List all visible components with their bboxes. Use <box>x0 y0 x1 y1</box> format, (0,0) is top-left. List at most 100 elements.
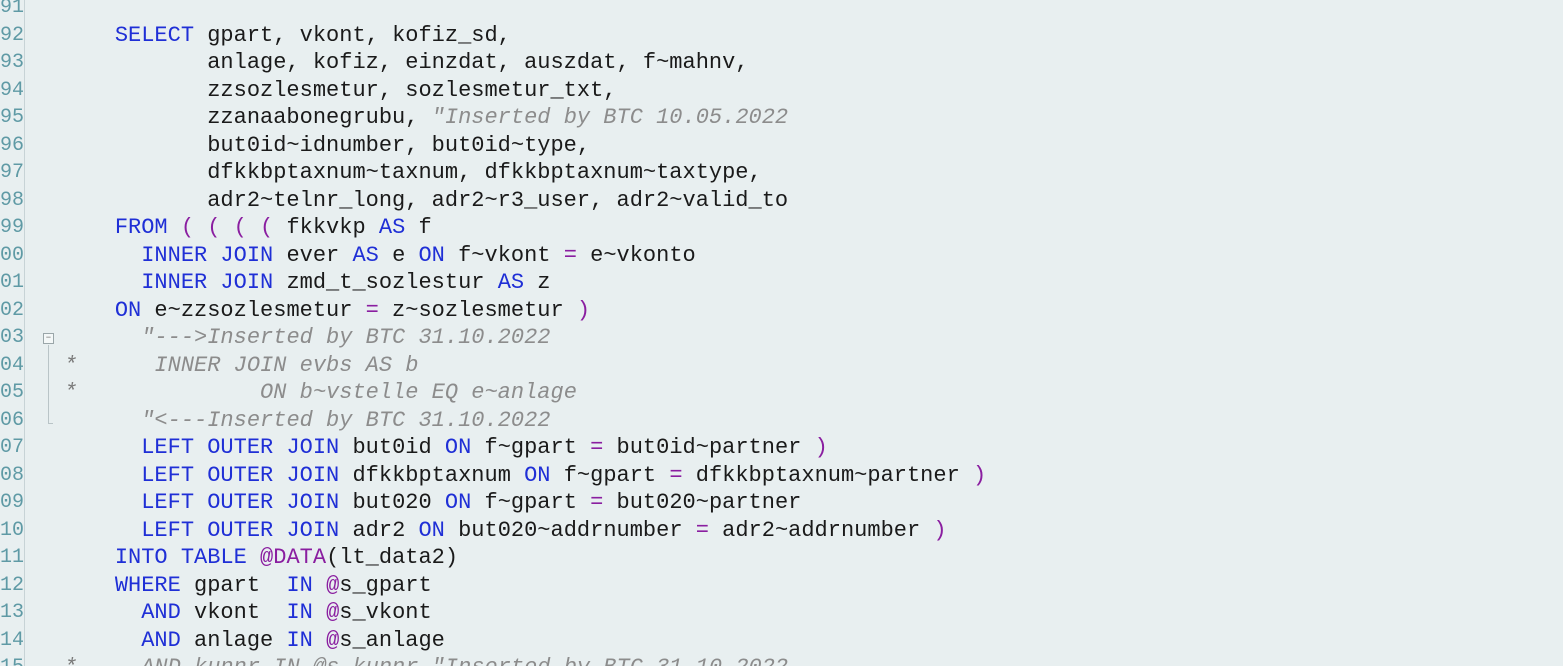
keyword-token: AS <box>378 215 406 240</box>
operator-token: @DATA <box>260 545 327 570</box>
keyword-token: AS <box>497 270 525 295</box>
line-number: 97 <box>0 161 24 184</box>
code-line[interactable]: 13 AND vkont IN @s_vkont <box>0 599 1563 627</box>
code-token: zzsozlesmetur, sozlesmetur_txt, <box>62 77 617 103</box>
code-line[interactable]: 96 but0id~idnumber, but0id~type, <box>0 132 1563 160</box>
code-line[interactable]: 14 AND anlage IN @s_anlage <box>0 627 1563 655</box>
line-number: 11 <box>0 546 24 569</box>
code-line[interactable]: 11 INTO TABLE @DATA(lt_data2) <box>0 544 1563 572</box>
code-line[interactable]: 05 * ON b~vstelle EQ e~anlage <box>0 379 1563 407</box>
operator-token: = <box>563 242 577 268</box>
code-token: but020 <box>339 490 445 515</box>
keyword-token: LEFT OUTER JOIN <box>141 435 340 460</box>
code-line[interactable]: 94 zzsozlesmetur, sozlesmetur_txt, <box>0 77 1563 105</box>
line-number: 01 <box>0 271 24 294</box>
keyword-token: WHERE <box>114 572 181 598</box>
code-token: but0id~partner <box>603 435 815 460</box>
comment-token: "<---Inserted by BTC 31.10.2022 <box>141 407 551 433</box>
code-token: f~gpart <box>550 462 670 488</box>
comment-token: INNER JOIN evbs AS b <box>154 352 419 378</box>
code-line[interactable]: 01 INNER JOIN zmd_t_sozlestur AS z <box>0 269 1563 297</box>
keyword-token: ON <box>418 242 445 268</box>
keyword-token: AND <box>141 627 181 653</box>
code-line[interactable]: 07 LEFT OUTER JOIN but0id ON f~gpart = b… <box>0 434 1563 462</box>
code-line[interactable]: 08 LEFT OUTER JOIN dfkkbptaxnum ON f~gpa… <box>0 462 1563 490</box>
code-line[interactable]: 15* AND kunnr IN @s_kunnr "Inserted by B… <box>0 654 1563 666</box>
code-line[interactable]: 09 LEFT OUTER JOIN but020 ON f~gpart = b… <box>0 489 1563 517</box>
code-text: FROM ( ( ( ( fkkvkp AS f <box>62 214 432 242</box>
code-line[interactable]: 02 ON e~zzsozlesmetur = z~sozlesmetur ) <box>0 297 1563 325</box>
operator-token: = <box>365 297 379 323</box>
operator-token: = <box>669 462 683 488</box>
code-token: dfkkbptaxnum <box>339 462 525 488</box>
code-text: INTO TABLE @DATA(lt_data2) <box>62 544 458 572</box>
operator-token: ) <box>576 297 591 323</box>
code-token: dfkkbptaxnum~taxnum, dfkkbptaxnum~taxtyp… <box>62 160 762 185</box>
code-token: adr2~addrnumber <box>708 517 934 543</box>
line-number: 95 <box>0 106 24 129</box>
code-text: "--->Inserted by BTC 31.10.2022 <box>62 324 551 352</box>
code-line[interactable]: 12 WHERE gpart IN @s_gpart <box>0 572 1563 600</box>
line-number: 10 <box>0 518 24 542</box>
code-line[interactable]: 10 LEFT OUTER JOIN adr2 ON but020~addrnu… <box>0 517 1563 545</box>
code-text: LEFT OUTER JOIN adr2 ON but020~addrnumbe… <box>62 517 946 545</box>
code-text: AND anlage IN @s_anlage <box>62 627 445 655</box>
code-line[interactable]: 95 zzanaabonegrubu, "Inserted by BTC 10.… <box>0 104 1563 132</box>
code-token: but0id <box>339 435 445 460</box>
code-text: INNER JOIN ever AS e ON f~vkont = e~vkon… <box>62 242 696 270</box>
keyword-token: LEFT OUTER JOIN <box>141 462 340 488</box>
code-text: AND vkont IN @s_vkont <box>62 599 432 627</box>
code-token: but020~addrnumber <box>444 517 696 543</box>
line-number: 02 <box>0 298 24 322</box>
code-text: LEFT OUTER JOIN but0id ON f~gpart = but0… <box>62 434 828 462</box>
operator-token: = <box>590 435 604 460</box>
code-text: INNER JOIN zmd_t_sozlestur AS z <box>62 269 550 297</box>
code-token: f~vkont <box>444 242 564 268</box>
code-line[interactable]: 97 dfkkbptaxnum~taxnum, dfkkbptaxnum~tax… <box>0 159 1563 187</box>
line-number: 06 <box>0 408 24 432</box>
code-text: INNER JOIN evbs AS b <box>62 352 418 380</box>
code-line[interactable]: 93 anlage, kofiz, einzdat, auszdat, f~ma… <box>0 49 1563 77</box>
keyword-token: ON <box>444 490 472 515</box>
code-line[interactable]: 99 FROM ( ( ( ( fkkvkp AS f <box>0 214 1563 242</box>
code-text: WHERE gpart IN @s_gpart <box>62 572 432 600</box>
code-token: f~gpart <box>471 435 591 460</box>
code-line[interactable]: 92 SELECT gpart, vkont, kofiz_sd, <box>0 22 1563 50</box>
keyword-token: INNER JOIN <box>141 270 274 295</box>
code-line[interactable]: 06 "<---Inserted by BTC 31.10.2022 <box>0 407 1563 435</box>
code-line[interactable]: 98 adr2~telnr_long, adr2~r3_user, adr2~v… <box>0 187 1563 215</box>
keyword-token: AND <box>141 600 181 625</box>
code-token: zzanaabonegrubu, <box>62 105 432 130</box>
code-line[interactable]: 91 <box>0 0 1563 22</box>
comment-token: ON b~vstelle EQ e~anlage <box>260 380 577 405</box>
code-text: anlage, kofiz, einzdat, auszdat, f~mahnv… <box>62 49 748 77</box>
line-number: 15 <box>0 654 24 666</box>
operator-token: @ <box>326 627 340 653</box>
code-text: ON e~zzsozlesmetur = z~sozlesmetur ) <box>62 297 590 325</box>
code-line[interactable]: 04 * INNER JOIN evbs AS b <box>0 352 1563 380</box>
code-token: anlage <box>180 627 287 653</box>
line-number: 98 <box>0 188 24 212</box>
code-editor[interactable]: − 91 92 SELECT gpart, vkont, kofiz_sd, 93 … <box>0 0 1563 666</box>
operator-token: @ <box>326 600 340 625</box>
code-token: s_gpart <box>339 572 432 598</box>
line-number: 08 <box>0 463 24 487</box>
code-line[interactable]: 00 INNER JOIN ever AS e ON f~vkont = e~v… <box>0 242 1563 270</box>
line-number: 99 <box>0 216 24 239</box>
comment-token: "--->Inserted by BTC 31.10.2022 <box>141 325 551 350</box>
code-line[interactable]: 03 "--->Inserted by BTC 31.10.2022 <box>0 324 1563 352</box>
keyword-token: LEFT OUTER JOIN <box>141 517 340 543</box>
code-text: AND kunnr IN @s_kunnr "Inserted by BTC 3… <box>62 654 788 666</box>
code-token: vkont <box>180 600 287 625</box>
line-number: 96 <box>0 133 24 157</box>
code-token: s_vkont <box>339 600 432 625</box>
code-text: LEFT OUTER JOIN but020 ON f~gpart = but0… <box>62 489 801 517</box>
